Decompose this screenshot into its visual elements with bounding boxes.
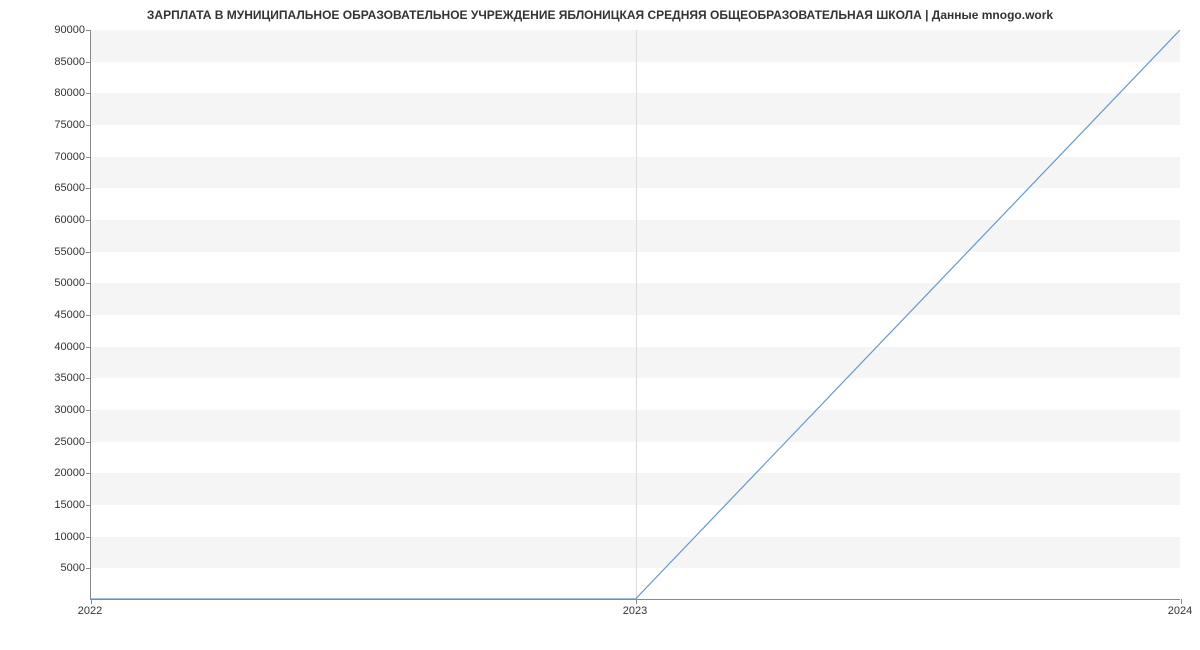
y-tick-label: 15000 <box>5 499 85 511</box>
y-tick-label: 85000 <box>5 56 85 68</box>
y-tick-label: 55000 <box>5 246 85 258</box>
y-tick <box>86 347 91 348</box>
y-tick <box>86 378 91 379</box>
y-tick-label: 60000 <box>5 214 85 226</box>
y-tick <box>86 62 91 63</box>
y-tick <box>86 568 91 569</box>
y-tick <box>86 410 91 411</box>
y-tick-label: 30000 <box>5 404 85 416</box>
y-tick <box>86 505 91 506</box>
y-tick <box>86 537 91 538</box>
y-tick <box>86 30 91 31</box>
x-tick-label: 2022 <box>78 605 102 617</box>
chart-container: ЗАРПЛАТА В МУНИЦИПАЛЬНОЕ ОБРАЗОВАТЕЛЬНОЕ… <box>0 0 1200 650</box>
chart-title: ЗАРПЛАТА В МУНИЦИПАЛЬНОЕ ОБРАЗОВАТЕЛЬНОЕ… <box>0 8 1200 22</box>
x-tick <box>1181 599 1182 604</box>
y-tick <box>86 188 91 189</box>
y-tick <box>86 93 91 94</box>
y-tick-label: 5000 <box>5 562 85 574</box>
y-tick-label: 45000 <box>5 309 85 321</box>
y-tick-label: 80000 <box>5 87 85 99</box>
x-tick <box>91 599 92 604</box>
y-tick-label: 75000 <box>5 119 85 131</box>
y-tick <box>86 220 91 221</box>
y-tick <box>86 442 91 443</box>
y-tick-label: 40000 <box>5 341 85 353</box>
x-tick <box>636 599 637 604</box>
y-tick-label: 50000 <box>5 277 85 289</box>
y-tick-label: 25000 <box>5 436 85 448</box>
y-tick <box>86 252 91 253</box>
y-tick <box>86 473 91 474</box>
grid-line-v <box>636 30 637 599</box>
plot-area <box>90 30 1180 600</box>
x-tick-label: 2024 <box>1168 605 1192 617</box>
y-tick-label: 70000 <box>5 151 85 163</box>
y-tick <box>86 315 91 316</box>
y-tick-label: 65000 <box>5 182 85 194</box>
y-tick-label: 35000 <box>5 372 85 384</box>
y-tick <box>86 157 91 158</box>
y-tick-label: 90000 <box>5 24 85 36</box>
y-tick <box>86 283 91 284</box>
y-tick <box>86 125 91 126</box>
y-tick-label: 10000 <box>5 531 85 543</box>
y-tick-label: 20000 <box>5 467 85 479</box>
x-tick-label: 2023 <box>623 605 647 617</box>
